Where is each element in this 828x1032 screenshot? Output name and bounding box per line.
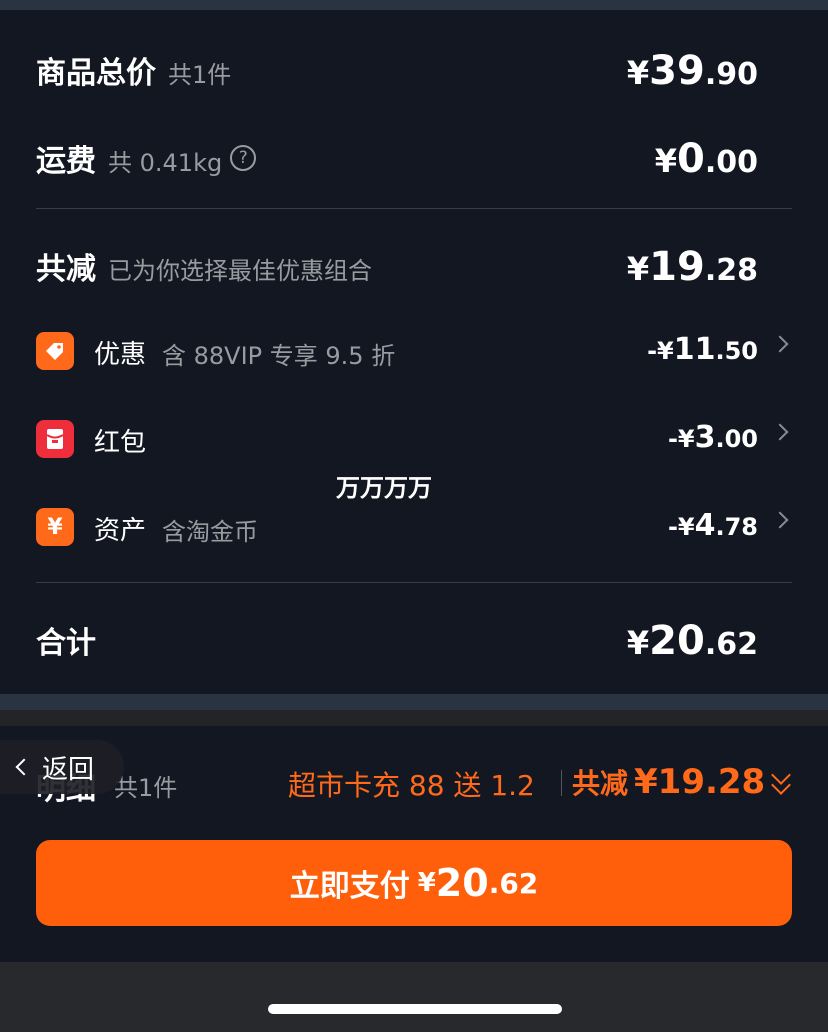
chevron-right-icon [771, 511, 789, 529]
coupon-tag-icon [36, 332, 74, 370]
grand-total-amount: ¥20.62 [626, 618, 758, 664]
help-icon[interactable]: ? [230, 145, 257, 171]
discount-item-red-packet[interactable]: 红包 -¥3.00 [36, 420, 792, 464]
divider [36, 208, 792, 209]
home-indicator-area [0, 962, 828, 1032]
top-edge-bar [0, 0, 828, 10]
total-reduction-row: 共减 已为你选择最佳优惠组合 ¥19.28 [36, 244, 758, 290]
discount-item-assets[interactable]: ¥ 资产 含淘金币 -¥4.78 [36, 508, 792, 552]
grand-total-row: 合计 ¥20.62 [36, 618, 758, 664]
discount-item-label: 优惠 [94, 340, 147, 370]
discount-item-value: -¥11.50 [647, 332, 758, 367]
best-combo-note: 已为你选择最佳优惠组合 [108, 257, 372, 285]
goods-total-row: 商品总价 共1件 ¥39.90 [36, 48, 758, 94]
discount-item-coupon[interactable]: 优惠 含 88VIP 专享 9.5 折 -¥11.50 [36, 332, 792, 376]
chevron-right-icon [771, 335, 789, 353]
discount-item-value: -¥3.00 [667, 420, 758, 455]
detail-total-reduction[interactable]: 共减 ¥19.28 [572, 762, 765, 802]
shipping-row: 运费 共 0.41kg ? ¥0.00 [36, 136, 758, 182]
home-indicator[interactable] [268, 1004, 562, 1014]
red-packet-icon [36, 420, 74, 458]
grand-total-label: 合计 [36, 626, 96, 661]
goods-count: 共1件 [168, 61, 232, 89]
detail-count: 共1件 [114, 774, 178, 802]
discount-item-label: 资产 [94, 516, 147, 546]
total-reduction-amount: ¥19.28 [626, 244, 758, 290]
total-reduction-label: 共减 [36, 252, 96, 287]
goods-total-amount: ¥39.90 [626, 48, 758, 94]
shipping-weight: 共 0.41kg [108, 149, 223, 177]
chevron-right-icon [771, 423, 789, 441]
discount-item-value: -¥4.78 [667, 508, 758, 543]
discount-item-label: 红包 [94, 428, 147, 458]
separator-band [0, 694, 828, 710]
discount-item-desc: 含淘金币 [162, 518, 258, 546]
chevron-left-icon [15, 758, 33, 776]
back-label: 返回 [42, 754, 95, 785]
divider [561, 770, 562, 796]
yuan-asset-icon: ¥ [36, 508, 74, 546]
discount-item-desc: 含 88VIP 专享 9.5 折 [162, 342, 396, 370]
separator-band [0, 710, 828, 726]
divider [36, 582, 792, 583]
shipping-label: 运费 [36, 144, 96, 179]
double-chevron-down-icon[interactable] [768, 765, 794, 798]
overlay-text: 万万万万 [336, 474, 432, 502]
back-button[interactable]: 返回 [0, 740, 124, 794]
shipping-amount: ¥0.00 [654, 136, 758, 182]
promo-text: 超市卡充 88 送 1.2 [288, 769, 535, 802]
pay-now-button[interactable]: 立即支付 ¥20.62 [36, 840, 792, 926]
goods-total-label: 商品总价 [36, 56, 156, 91]
